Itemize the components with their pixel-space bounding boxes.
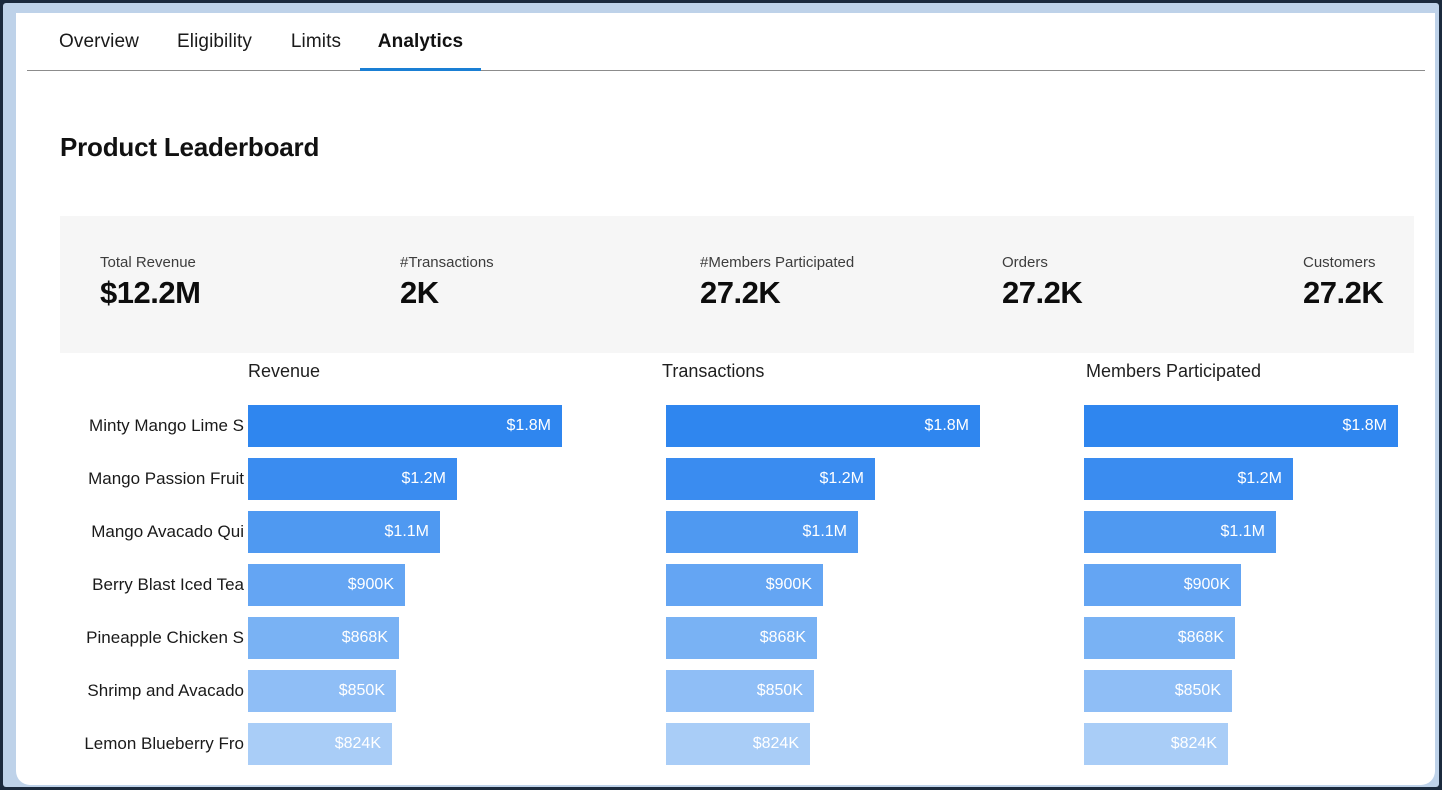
bar-value-label: $1.2M — [819, 470, 864, 487]
bar-transactions[interactable]: $1.8M — [666, 405, 980, 447]
bar-value-label: $868K — [759, 629, 806, 646]
bar-members-participated[interactable]: $1.2M — [1084, 458, 1293, 500]
bar-revenue[interactable]: $850K — [248, 670, 396, 712]
bar-transactions[interactable]: $1.1M — [666, 511, 858, 553]
bar-revenue[interactable]: $868K — [248, 617, 399, 659]
bar-value-label: $1.1M — [384, 523, 429, 540]
chart-row-label: Mango Passion Fruit — [88, 469, 244, 488]
bar-transactions[interactable]: $900K — [666, 564, 823, 606]
bar-revenue[interactable]: $1.8M — [248, 405, 562, 447]
window-inset: Overview Eligibility Limits Analytics Produ… — [3, 3, 1439, 787]
chart-row-label: Lemon Blueberry Fro — [84, 734, 244, 753]
bar-value-label: $1.1M — [802, 523, 847, 540]
bar-value-label: $850K — [756, 682, 803, 699]
bar-value-label: $824K — [334, 735, 381, 752]
bar-revenue[interactable]: $1.1M — [248, 511, 440, 553]
bar-value-label: $1.1M — [1220, 523, 1265, 540]
bar-value-label: $824K — [752, 735, 799, 752]
bar-members-participated[interactable]: $1.1M — [1084, 511, 1276, 553]
bar-value-label: $900K — [347, 576, 394, 593]
bar-members-participated[interactable]: $850K — [1084, 670, 1232, 712]
chart-title-members-participated: Members Participated — [1086, 361, 1262, 381]
bar-value-label: $850K — [1174, 682, 1221, 699]
bar-value-label: $1.8M — [506, 417, 551, 434]
bar-value-label: $1.8M — [1342, 417, 1387, 434]
chart-title-transactions: Transactions — [662, 361, 765, 381]
bar-members-participated[interactable]: $868K — [1084, 617, 1235, 659]
application-window: Overview Eligibility Limits Analytics Produ… — [0, 0, 1442, 790]
bar-value-label: $850K — [338, 682, 385, 699]
chart-row-label: Shrimp and Avacado — [87, 681, 244, 700]
content-card: Overview Eligibility Limits Analytics Produ… — [16, 13, 1435, 785]
bar-value-label: $900K — [1183, 576, 1230, 593]
chart-row-label: Pineapple Chicken S — [86, 628, 244, 647]
bar-value-label: $1.2M — [401, 470, 446, 487]
bar-revenue[interactable]: $824K — [248, 723, 392, 765]
bar-value-label: $868K — [1177, 629, 1224, 646]
chart-row-label: Minty Mango Lime S — [89, 416, 244, 435]
bar-members-participated[interactable]: $824K — [1084, 723, 1228, 765]
bar-value-label: $824K — [1170, 735, 1217, 752]
bar-members-participated[interactable]: $900K — [1084, 564, 1241, 606]
bar-transactions[interactable]: $868K — [666, 617, 817, 659]
chart-row-label: Mango Avacado Qui — [91, 522, 244, 541]
bar-value-label: $1.2M — [1237, 470, 1282, 487]
bar-value-label: $1.8M — [924, 417, 969, 434]
leaderboard-charts: Minty Mango Lime S Mango Passion Fruit Man… — [16, 13, 1435, 785]
bar-value-label: $900K — [765, 576, 812, 593]
bar-transactions[interactable]: $850K — [666, 670, 814, 712]
bar-transactions[interactable]: $1.2M — [666, 458, 875, 500]
bar-transactions[interactable]: $824K — [666, 723, 810, 765]
chart-title-revenue: Revenue — [248, 361, 321, 381]
bar-members-participated[interactable]: $1.8M — [1084, 405, 1398, 447]
bar-revenue[interactable]: $1.2M — [248, 458, 457, 500]
bar-value-label: $868K — [341, 629, 388, 646]
bar-revenue[interactable]: $900K — [248, 564, 405, 606]
chart-row-label: Berry Blast Iced Tea — [92, 575, 244, 594]
